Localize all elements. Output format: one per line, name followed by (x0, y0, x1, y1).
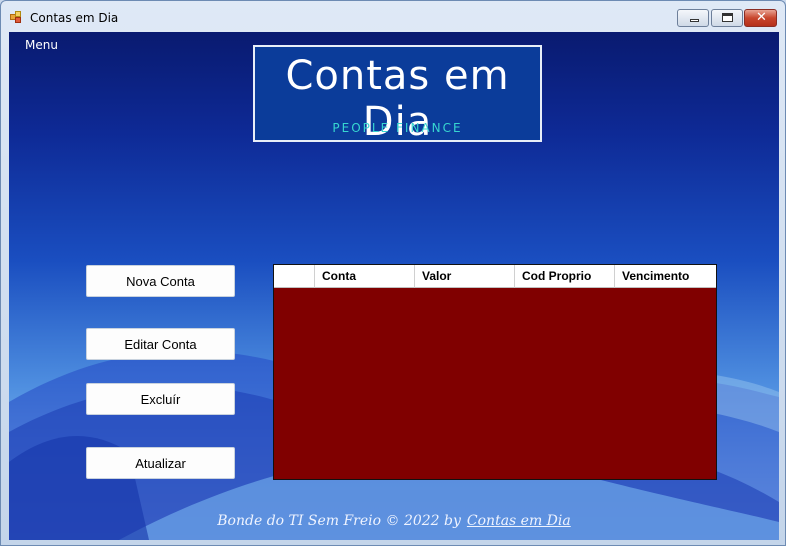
edit-account-button[interactable]: Editar Conta (86, 328, 235, 360)
grid-header: Conta Valor Cod Proprio Vencimento (274, 265, 716, 288)
row-header-corner[interactable] (274, 265, 315, 288)
close-icon: ✕ (756, 10, 767, 25)
maximize-button[interactable] (711, 9, 743, 27)
app-icon (10, 11, 22, 23)
minimize-button[interactable] (677, 9, 709, 27)
window-title: Contas em Dia (30, 11, 119, 25)
main-form: Menu Contas em Dia PEOPLE FINANCE Nova C… (9, 32, 779, 540)
refresh-button[interactable]: Atualizar (86, 447, 235, 479)
app-window: Contas em Dia ✕ Menu Contas em Dia PEOPL… (0, 0, 786, 546)
new-account-button[interactable]: Nova Conta (86, 265, 235, 297)
accounts-grid[interactable]: Conta Valor Cod Proprio Vencimento (273, 264, 717, 480)
app-logo: Contas em Dia PEOPLE FINANCE (253, 45, 542, 145)
footer: Bonde do TI Sem Freio © 2022 by Contas em… (9, 513, 779, 529)
column-header-vencimento[interactable]: Vencimento (615, 265, 716, 288)
footer-text: Bonde do TI Sem Freio © 2022 by (217, 513, 461, 529)
delete-button[interactable]: Excluír (86, 383, 235, 415)
title-bar[interactable]: Contas em Dia ✕ (1, 1, 785, 31)
minimize-icon (690, 19, 699, 22)
menu-item[interactable]: Menu (25, 38, 58, 52)
maximize-icon (722, 13, 733, 22)
column-header-conta[interactable]: Conta (315, 265, 415, 288)
column-header-valor[interactable]: Valor (415, 265, 515, 288)
logo-subtitle: PEOPLE FINANCE (332, 121, 463, 135)
footer-link[interactable]: Contas em Dia (467, 513, 571, 529)
column-header-cod-proprio[interactable]: Cod Proprio (515, 265, 615, 288)
close-button[interactable]: ✕ (744, 9, 777, 27)
